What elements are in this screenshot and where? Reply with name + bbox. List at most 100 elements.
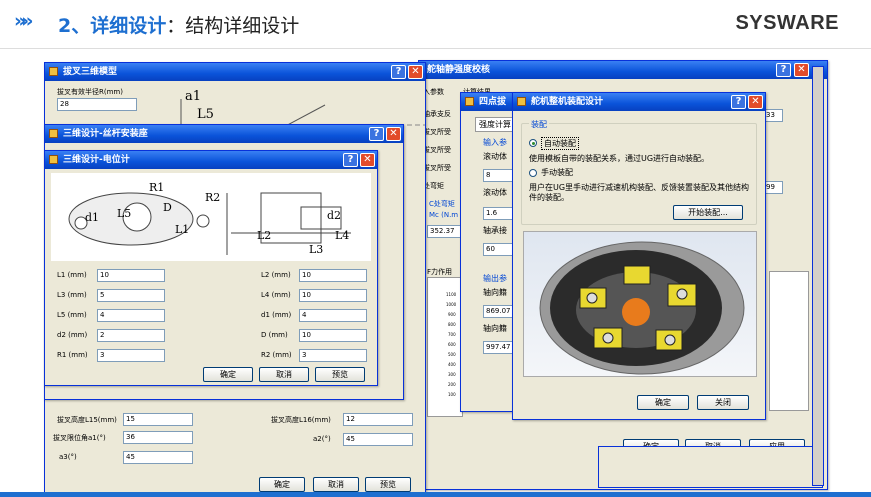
r2-input[interactable]: 3 — [299, 349, 367, 362]
l5-label: L5 (mm) — [57, 311, 87, 319]
d1-input[interactable]: 4 — [299, 309, 367, 322]
auto-radio[interactable] — [529, 139, 537, 147]
close-dialog-button[interactable]: 关闭 — [697, 395, 749, 410]
window-title: 三维设计-丝杆安装座 — [63, 129, 148, 139]
l2-input[interactable]: 10 — [299, 269, 367, 282]
row-label: 轴承支反 — [423, 110, 451, 118]
close-button[interactable]: ✕ — [748, 95, 763, 109]
height15-input[interactable]: 15 — [123, 413, 193, 426]
dim-l2-label: L2 — [257, 229, 272, 242]
force-label: F力作用 — [427, 268, 453, 276]
assembly-window: 舵机整机装配设计 ? ✕ 装配 自动装配 使用模板自带的装配关系，通过UG进行自… — [512, 92, 766, 420]
cancel-button[interactable]: 取消 — [313, 477, 359, 492]
help-button[interactable]: ? — [731, 95, 746, 109]
l3-input[interactable]: 5 — [97, 289, 165, 302]
page-title: 2、详细设计：结构详细设计 — [58, 15, 300, 37]
close-button[interactable]: ✕ — [360, 153, 375, 167]
param-label: 轴承接 — [483, 226, 507, 235]
dim-d2-label: d2 — [327, 209, 342, 222]
app-icon — [49, 129, 58, 138]
input-group-label: 输入参 — [483, 138, 507, 147]
manual-radio[interactable] — [529, 169, 537, 177]
side-chart — [769, 271, 809, 411]
l5-input[interactable]: 4 — [97, 309, 165, 322]
help-button[interactable]: ? — [391, 65, 406, 79]
app-icon — [465, 97, 474, 106]
assembly-model-view — [523, 231, 757, 377]
row-label: 拔叉所受 — [423, 128, 451, 136]
row-label: C处弯矩 — [429, 200, 455, 208]
close-button[interactable]: ✕ — [794, 63, 809, 77]
dim-r1-label: R1 — [149, 181, 165, 194]
ok-button[interactable]: 确定 — [203, 367, 253, 382]
a2-input[interactable]: 45 — [343, 433, 413, 446]
value-field[interactable]: 99 — [763, 181, 783, 194]
row-label: 处弯矩 — [423, 182, 444, 190]
height16-input[interactable]: 12 — [343, 413, 413, 426]
bottom-accent-bar — [0, 492, 871, 497]
app-icon — [517, 97, 526, 106]
help-button[interactable]: ? — [776, 63, 791, 77]
potentiometer-window: 三维设计-电位计 ? ✕ R1 R2 d1 L5 D L1 d2 L2 L4 L… — [44, 150, 378, 386]
auto-description: 使用模板自带的装配关系，通过UG进行自动装配。 — [529, 154, 710, 163]
l4-label: L4 (mm) — [261, 291, 291, 299]
a1-input[interactable]: 36 — [123, 431, 193, 444]
d1-label: d1 (mm) — [261, 311, 292, 319]
row-label: Mc (N.m — [429, 211, 459, 219]
auto-label[interactable]: 自动装配 — [541, 137, 579, 150]
window-title: 舵轴静强度校核 — [427, 65, 491, 75]
a3-input[interactable]: 45 — [123, 451, 193, 464]
l2-label: L2 (mm) — [261, 271, 291, 279]
titlebar: 舵机整机装配设计 ? ✕ — [513, 93, 765, 111]
close-button[interactable]: ✕ — [408, 65, 423, 79]
r1-label: R1 (mm) — [57, 351, 88, 359]
titlebar: 舵轴静强度校核 ? ✕ — [419, 61, 827, 79]
manual-label[interactable]: 手动装配 — [541, 167, 573, 178]
model-render — [539, 241, 745, 375]
height16-label: 拔叉高度L16(mm) — [271, 416, 331, 424]
r1-input[interactable]: 3 — [97, 349, 165, 362]
dim-l4-label: L4 — [335, 229, 350, 242]
dim-d1-label: d1 — [85, 211, 100, 224]
titlebar: 三维设计-电位计 ? ✕ — [45, 151, 377, 169]
result-label: 轴向籍 — [483, 324, 507, 333]
a1-label: 拔叉限位角a1(°) — [53, 434, 106, 442]
dim-r2-label: R2 — [205, 191, 221, 204]
a3-label: a3(°) — [59, 453, 77, 461]
force-chart: 1100 1000 900 800 700 600 500 400 300 20… — [427, 277, 463, 417]
radius-label: 拔叉有效半径R(mm) — [57, 88, 123, 96]
ok-button[interactable]: 确定 — [259, 477, 305, 492]
d-input[interactable]: 10 — [299, 329, 367, 342]
dim-d-label: D — [163, 201, 172, 214]
d-label: D (mm) — [261, 331, 288, 339]
radius-input[interactable]: 28 — [57, 98, 137, 111]
param-label: 滚动体 — [483, 152, 507, 161]
help-button[interactable]: ? — [343, 153, 358, 167]
d2-input[interactable]: 2 — [97, 329, 165, 342]
l1-input[interactable]: 10 — [97, 269, 165, 282]
r2-label: R2 (mm) — [261, 351, 292, 359]
window-title: 舵机整机装配设计 — [531, 97, 604, 107]
l3-label: L3 (mm) — [57, 291, 87, 299]
output-group-label: 输出参 — [483, 274, 507, 283]
result-label: 轴向籍 — [483, 288, 507, 297]
l1-label: L1 (mm) — [57, 271, 87, 279]
chevron-arrows-icon: »» — [14, 10, 33, 32]
value-field[interactable]: 33 — [763, 109, 783, 122]
window-title: 四点拔 — [479, 97, 507, 107]
preview-button[interactable]: 预览 — [315, 367, 365, 382]
preview-button[interactable]: 预览 — [365, 477, 411, 492]
ok-button[interactable]: 确定 — [637, 395, 689, 410]
start-assembly-button[interactable]: 开始装配... — [673, 205, 743, 220]
close-button[interactable]: ✕ — [386, 127, 401, 141]
tab-strength[interactable]: 强度计算 — [475, 117, 515, 132]
row-label: 拔叉所受 — [423, 164, 451, 172]
tab-input[interactable]: 入参数 — [423, 87, 444, 97]
help-button[interactable]: ? — [369, 127, 384, 141]
dim-l1-label: L1 — [175, 223, 190, 236]
l4-input[interactable]: 10 — [299, 289, 367, 302]
header-divider — [0, 48, 871, 49]
window-stack-edge — [812, 66, 824, 486]
cancel-button[interactable]: 取消 — [259, 367, 309, 382]
sysware-logo: SYSWARE — [735, 12, 839, 34]
